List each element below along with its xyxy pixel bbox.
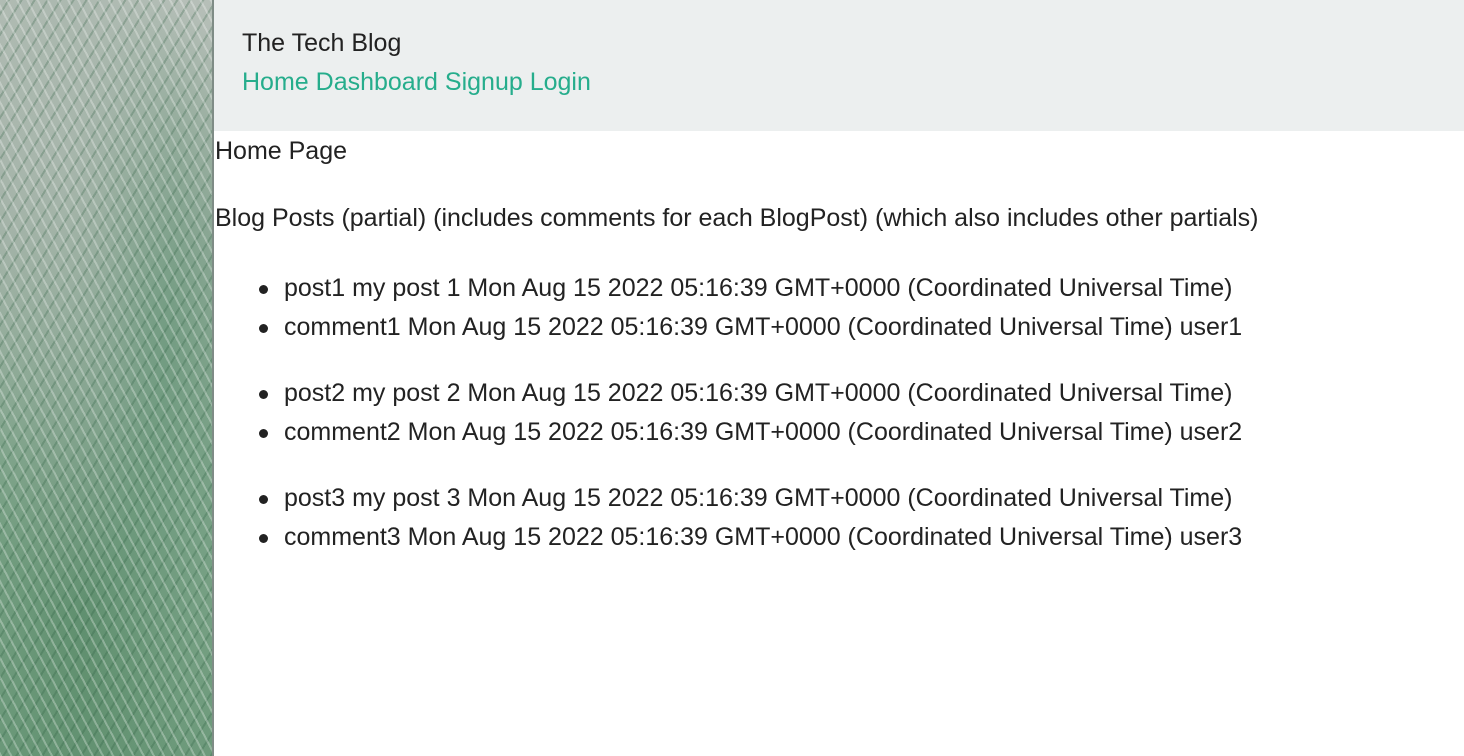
main-nav: Home Dashboard Signup Login (242, 66, 1464, 98)
nav-link-login[interactable]: Login (530, 68, 591, 96)
site-title: The Tech Blog (242, 29, 402, 57)
page-heading: Home Page (215, 137, 348, 165)
nav-link-home[interactable]: Home (242, 68, 309, 96)
post-list: post1 my post 1 Mon Aug 15 2022 05:16:39… (214, 269, 1464, 347)
blog-post-2: post2 my post 2 Mon Aug 15 2022 05:16:39… (214, 374, 1464, 452)
post-item: post3 my post 3 Mon Aug 15 2022 05:16:39… (259, 479, 1464, 518)
site-header: The Tech Blog Home Dashboard Signup Logi… (214, 0, 1464, 131)
section-title: Blog Posts (partial) (includes comments … (215, 204, 1259, 232)
comment-item: comment1 Mon Aug 15 2022 05:16:39 GMT+00… (259, 308, 1464, 347)
main-content: The Tech Blog Home Dashboard Signup Logi… (214, 0, 1464, 756)
background-image-panel (0, 0, 212, 756)
blog-post-1: post1 my post 1 Mon Aug 15 2022 05:16:39… (214, 269, 1464, 347)
post-list: post3 my post 3 Mon Aug 15 2022 05:16:39… (214, 479, 1464, 557)
nav-link-dashboard[interactable]: Dashboard (316, 68, 438, 96)
comment-item: comment2 Mon Aug 15 2022 05:16:39 GMT+00… (259, 413, 1464, 452)
post-list: post2 my post 2 Mon Aug 15 2022 05:16:39… (214, 374, 1464, 452)
post-item: post1 my post 1 Mon Aug 15 2022 05:16:39… (259, 269, 1464, 308)
post-item: post2 my post 2 Mon Aug 15 2022 05:16:39… (259, 374, 1464, 413)
blog-post-3: post3 my post 3 Mon Aug 15 2022 05:16:39… (214, 479, 1464, 557)
nav-link-signup[interactable]: Signup (445, 68, 523, 96)
comment-item: comment3 Mon Aug 15 2022 05:16:39 GMT+00… (259, 518, 1464, 557)
